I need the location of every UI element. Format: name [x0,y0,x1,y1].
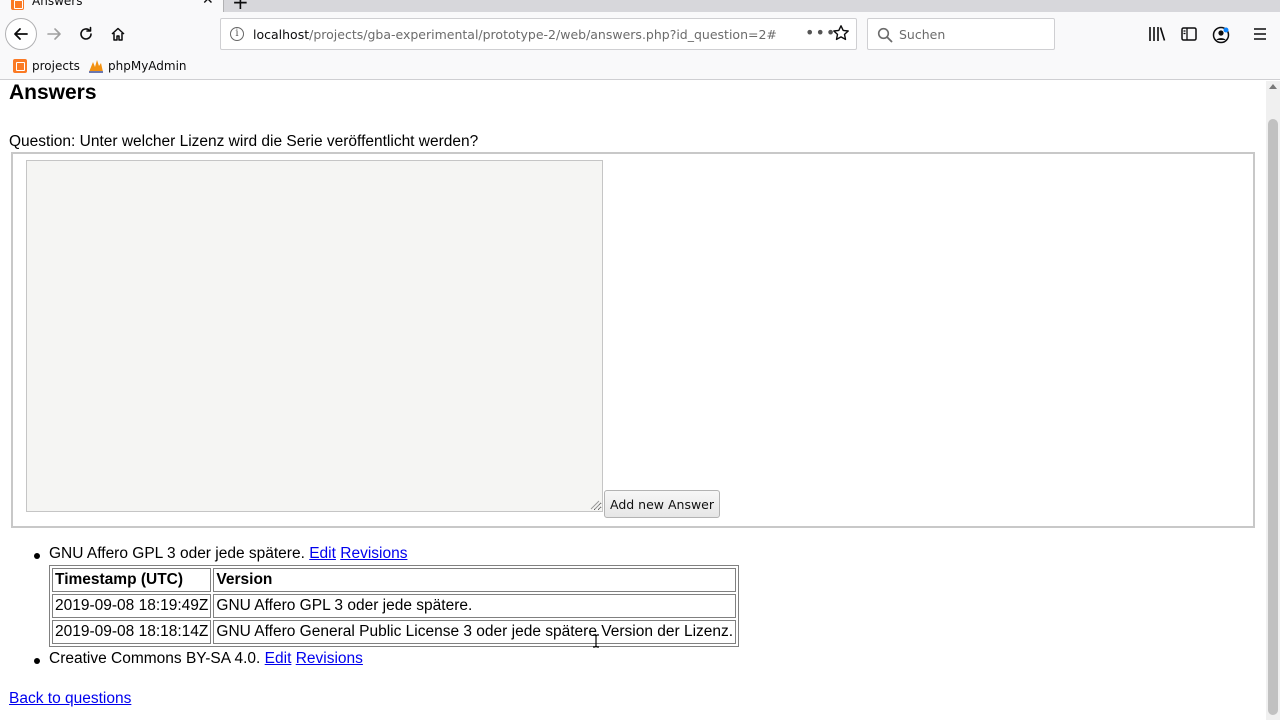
page-content: Answers Question: Unter welcher Lizenz w… [0,81,1266,720]
url-host: localhost [253,27,310,42]
close-tab-icon[interactable]: ✕ [202,0,214,8]
table-cell: GNU Affero General Public License 3 oder… [213,620,737,644]
answer-item: Creative Commons BY-SA 4.0. Edit Revisio… [33,650,739,668]
back-arrow-icon [14,28,28,40]
search-input[interactable]: Suchen [899,27,945,42]
bookmark-label: projects [32,59,80,73]
table-cell: GNU Affero GPL 3 oder jede spätere. [213,594,737,618]
search-icon [877,27,893,47]
bookmark-projects[interactable]: projects [13,59,80,73]
answers-list: GNU Affero GPL 3 oder jede spätere. Edit… [0,545,740,668]
add-answer-button[interactable]: Add new Answer [604,490,720,518]
answer-text: Creative Commons BY-SA 4.0. [49,650,261,667]
revisions-link[interactable]: Revisions [296,650,363,667]
table-header: Version [213,568,737,592]
page-title: Answers [9,81,97,104]
back-button[interactable] [5,18,37,50]
revisions-link[interactable]: Revisions [340,545,407,562]
table-header-row: Timestamp (UTC) Version [52,568,737,592]
xampp-icon [13,59,27,73]
table-row: 2019-09-08 18:19:49Z GNU Affero GPL 3 od… [52,594,737,618]
menu-icon[interactable] [1252,26,1268,46]
table-cell: 2019-09-08 18:18:14Z [52,620,212,644]
scroll-up-icon[interactable] [1269,84,1277,89]
resize-grip-icon[interactable] [588,497,600,510]
tab-title: Answers [32,0,83,8]
url-bar[interactable]: i localhost/projects/gba-experimental/pr… [220,18,857,50]
scrollbar-thumb[interactable] [1268,119,1278,715]
xampp-icon [11,0,24,10]
library-icon[interactable] [1148,26,1166,46]
answer-form: Add new Answer [11,152,1255,528]
info-icon[interactable]: i [230,27,244,41]
bookmark-phpmyadmin[interactable]: phpMyAdmin [88,59,187,73]
browser-tab[interactable]: Answers ✕ [0,0,224,12]
table-header: Timestamp (UTC) [52,568,212,592]
edit-link[interactable]: Edit [309,545,336,562]
forward-button[interactable] [39,19,69,49]
table-cell: 2019-09-08 18:19:49Z [52,594,212,618]
tab-strip: Answers ✕ + [0,0,1280,14]
home-icon [111,27,125,41]
search-bar[interactable]: Suchen [867,18,1055,50]
page-scrollbar[interactable] [1266,81,1280,720]
phpmyadmin-icon [88,59,104,73]
bookmark-label: phpMyAdmin [108,59,187,73]
answer-item: GNU Affero GPL 3 oder jede spätere. Edit… [33,545,740,647]
bookmarks-toolbar: projects phpMyAdmin [0,56,1280,80]
url-text[interactable]: localhost/projects/gba-experimental/prot… [253,27,777,42]
reload-button[interactable] [71,19,101,49]
bookmark-star-icon[interactable] [832,24,850,46]
answer-textarea[interactable] [26,160,603,512]
home-button[interactable] [103,19,133,49]
sidebar-icon[interactable] [1181,26,1197,46]
table-row: 2019-09-08 18:18:14Z GNU Affero General … [52,620,737,644]
account-icon[interactable] [1212,26,1230,48]
navigation-toolbar: i localhost/projects/gba-experimental/pr… [0,12,1280,56]
forward-arrow-icon [47,28,61,40]
revisions-table: Timestamp (UTC) Version 2019-09-08 18:19… [49,565,740,647]
question-text: Question: Unter welcher Lizenz wird die … [9,133,479,150]
reload-icon [80,26,92,40]
url-path: /projects/gba-experimental/prototype-2/w… [309,27,777,42]
edit-link[interactable]: Edit [265,650,292,667]
answer-text: GNU Affero GPL 3 oder jede spätere. [49,545,305,562]
back-to-questions-link[interactable]: Back to questions [9,690,131,708]
text-cursor-icon [592,633,599,648]
